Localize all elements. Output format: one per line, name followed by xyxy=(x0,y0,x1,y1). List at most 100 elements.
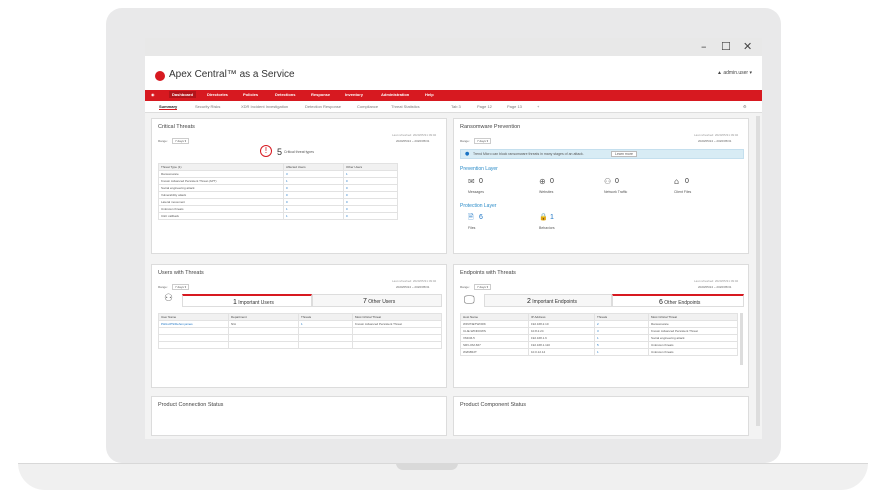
column-header[interactable]: Affected Users xyxy=(283,163,344,171)
table-row: Vulnerability attack 0 0 xyxy=(158,191,398,199)
affected-count[interactable]: 0 xyxy=(283,184,344,192)
table-row: Unknown threats 1 0 xyxy=(158,205,398,213)
threat-count[interactable]: 1 xyxy=(298,320,353,328)
table-row: VMCM-5 192.168.1.6 1 Social engineering att… xyxy=(460,334,738,342)
other-users-label: Other Users xyxy=(368,299,396,305)
client-files-count[interactable]: 0 xyxy=(685,178,689,185)
threat-count[interactable]: 3 xyxy=(594,327,649,335)
nav-item[interactable]: Administration xyxy=(381,92,409,97)
websites-count[interactable]: 0 xyxy=(550,178,554,185)
threat-count[interactable]: 2 xyxy=(594,320,649,328)
nav-item[interactable]: Help xyxy=(425,92,434,97)
threat-count[interactable]: 5 xyxy=(594,341,649,349)
ip-address: 10.8.2.24 xyxy=(528,327,595,335)
host-name[interactable]: VMCM-5 xyxy=(460,334,529,342)
critical-alert-icon: ! xyxy=(260,145,272,157)
column-header[interactable]: Threats xyxy=(298,313,353,321)
host-name[interactable]: W2K8R2T xyxy=(460,348,529,356)
column-header[interactable]: Host Name xyxy=(460,313,529,321)
nav-item[interactable]: Detections xyxy=(275,92,295,97)
important-endpoints-box[interactable]: 2 Important Endpoints xyxy=(484,294,612,307)
other-count[interactable]: 0 xyxy=(343,184,398,192)
affected-count[interactable]: 3 xyxy=(283,170,344,178)
affected-count[interactable]: 1 xyxy=(283,177,344,185)
host-name[interactable]: SRV-OM-667 xyxy=(460,341,529,349)
important-users-count: 1 xyxy=(233,299,237,306)
critical-count[interactable]: 5 xyxy=(277,147,282,157)
learn-more-button[interactable]: Learn more xyxy=(611,151,637,157)
affected-count[interactable]: 0 xyxy=(283,198,344,206)
other-count[interactable]: 0 xyxy=(343,177,398,185)
tab[interactable]: Security Risks xyxy=(195,104,220,109)
host-name[interactable]: WIN7NETWORK xyxy=(460,320,529,328)
app: Apex Central™ as a Service ▲ admin.user … xyxy=(145,56,762,439)
column-header[interactable]: Other Users xyxy=(343,163,398,171)
product-component-widget: Product Component Status xyxy=(453,396,749,436)
ip-address: 192.168.1.6 xyxy=(528,334,595,342)
range-select[interactable]: 7 days ▾ xyxy=(172,138,190,144)
tab[interactable]: Tab 3 xyxy=(451,104,461,109)
other-endpoints-box[interactable]: 6 Other Endpoints xyxy=(612,294,744,307)
column-header[interactable]: User Name xyxy=(158,313,229,321)
affected-count[interactable]: 1 xyxy=(283,205,344,213)
settings-gear-icon[interactable]: ⚙ xyxy=(743,104,747,109)
add-tab-button[interactable]: + xyxy=(537,104,539,109)
threat-type: Vulnerability attack xyxy=(158,191,284,199)
important-users-box[interactable]: 1 Important Users xyxy=(182,294,312,307)
column-header[interactable]: Department xyxy=(228,313,299,321)
home-icon[interactable]: ◉ xyxy=(151,92,155,97)
most-critical-threat: Ransomware xyxy=(648,320,738,328)
nav-item[interactable]: Inventory xyxy=(345,92,363,97)
column-header[interactable]: Threat Type (1) xyxy=(158,163,284,171)
files-count[interactable]: 6 xyxy=(479,214,483,221)
minimize-button[interactable]: – xyxy=(701,40,707,53)
other-users-box[interactable]: 7 Other Users xyxy=(312,294,442,307)
tab[interactable]: XDR Incident Investigation xyxy=(241,104,288,109)
range-select[interactable]: 7 days ▾ xyxy=(474,138,492,144)
column-header[interactable]: IP Address xyxy=(528,313,595,321)
other-count[interactable]: 0 xyxy=(343,205,398,213)
threat-count[interactable]: 1 xyxy=(594,334,649,342)
tab[interactable]: Threat Statistics xyxy=(391,104,420,109)
maximize-button[interactable]: ☐ xyxy=(721,40,731,53)
affected-count[interactable]: 0 xyxy=(283,191,344,199)
range-select[interactable]: 7 days ▾ xyxy=(474,284,492,290)
column-header[interactable]: Threats xyxy=(594,313,649,321)
close-button[interactable]: ✕ xyxy=(743,40,752,53)
last-updated: Last refreshed: 2020/05/31 09:02 xyxy=(392,279,437,283)
nav-item[interactable]: Response xyxy=(311,92,330,97)
last-updated: Last refreshed: 2020/05/31 09:02 xyxy=(694,133,739,137)
messages-label: Messages xyxy=(468,190,484,194)
nav-item[interactable]: Dashboard xyxy=(169,91,196,98)
affected-count[interactable]: 1 xyxy=(283,212,344,220)
nav-item[interactable]: Directories xyxy=(207,92,228,97)
behaviors-count[interactable]: 1 xyxy=(550,214,554,221)
tab[interactable]: Page 13 xyxy=(507,104,522,109)
user-name[interactable]: PHILLIPS\Dehon.james xyxy=(158,320,229,328)
tab[interactable]: Summary xyxy=(159,104,178,110)
other-count[interactable]: 0 xyxy=(343,191,398,199)
table-row: Known Advanced Persistent Threat (APT) 1 0 xyxy=(158,177,398,185)
range-select[interactable]: 7 days ▾ xyxy=(172,284,190,290)
other-count[interactable]: 0 xyxy=(343,212,398,220)
tab[interactable]: Detection Response xyxy=(305,104,341,109)
tab[interactable]: Page 12 xyxy=(477,104,492,109)
nav-item[interactable]: Policies xyxy=(243,92,258,97)
host-name[interactable]: CLIE-WINDOWS xyxy=(460,327,529,335)
messages-count[interactable]: 0 xyxy=(479,178,483,185)
network-traffic-count[interactable]: 0 xyxy=(615,178,619,185)
screen: – ☐ ✕ Apex Central™ as a Service ▲ admin… xyxy=(145,38,762,439)
tab[interactable]: Compliance xyxy=(357,104,378,109)
protection-layer-title: Protection Layer xyxy=(460,203,497,209)
user-menu[interactable]: ▲ admin.user ▾ xyxy=(717,70,752,76)
page-scrollbar[interactable] xyxy=(756,116,760,426)
ip-address: 192.168.1.110 xyxy=(528,341,595,349)
other-count[interactable]: 0 xyxy=(343,198,398,206)
column-header[interactable]: Most Critical Threat xyxy=(352,313,442,321)
column-header[interactable]: Most Critical Threat xyxy=(648,313,738,321)
other-count[interactable]: 1 xyxy=(343,170,398,178)
table-scrollbar[interactable] xyxy=(740,313,743,365)
ransomware-prevention-widget: Ransomware Prevention Last refreshed: 20… xyxy=(453,118,749,254)
threat-count[interactable]: 1 xyxy=(594,348,649,356)
important-users-summary: 1 Important Users xyxy=(233,299,274,306)
